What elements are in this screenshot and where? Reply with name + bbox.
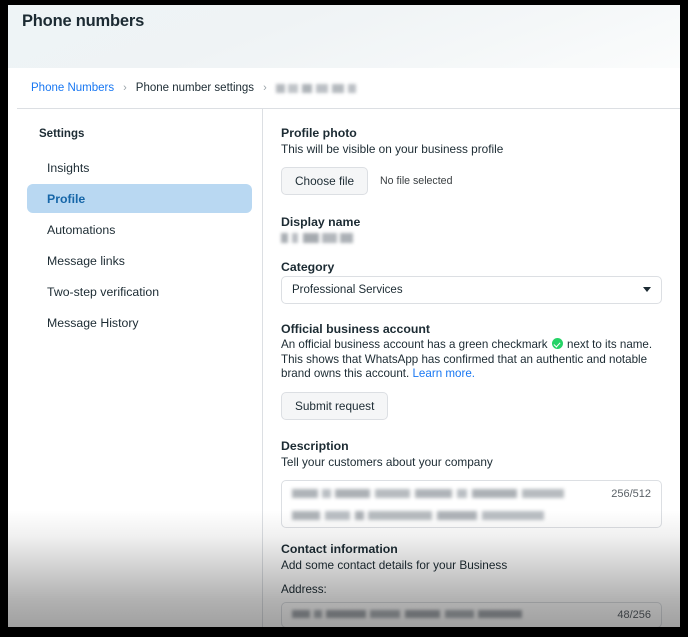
file-status-text: No file selected bbox=[380, 175, 453, 187]
breadcrumb: Phone Numbers › Phone number settings › bbox=[17, 68, 680, 108]
learn-more-link[interactable]: Learn more. bbox=[412, 367, 475, 380]
profile-settings-panel: Profile photo This will be visible on yo… bbox=[263, 109, 680, 630]
sidebar-item-message-history[interactable]: Message History bbox=[27, 308, 252, 337]
sidebar-item-insights[interactable]: Insights bbox=[27, 153, 252, 182]
sidebar-item-two-step-verification[interactable]: Two-step verification bbox=[27, 277, 252, 306]
profile-photo-subtext: This will be visible on your business pr… bbox=[281, 142, 504, 156]
description-subtext: Tell your customers about your company bbox=[281, 454, 493, 469]
category-selected-value: Professional Services bbox=[292, 284, 403, 296]
settings-sidebar: Settings Insights Profile Automations Me… bbox=[17, 109, 262, 630]
sidebar-item-label: Insights bbox=[47, 160, 90, 175]
contact-information-subtext: Add some contact details for your Busine… bbox=[281, 557, 508, 572]
description-text-redacted-line bbox=[292, 510, 544, 520]
description-character-counter: 256/512 bbox=[611, 487, 651, 500]
display-name-heading: Display name bbox=[281, 215, 361, 229]
display-name-value-redacted bbox=[281, 233, 353, 243]
sidebar-item-label: Two-step verification bbox=[47, 284, 160, 299]
address-label: Address: bbox=[281, 582, 327, 596]
choose-file-button[interactable]: Choose file bbox=[281, 167, 369, 195]
breadcrumb-separator-icon: › bbox=[263, 82, 267, 94]
sidebar-title: Settings bbox=[39, 128, 85, 140]
address-character-counter: 48/256 bbox=[617, 608, 651, 621]
browser-window-frame: Phone numbers Phone Numbers › Phone numb… bbox=[0, 0, 688, 637]
description-text-redacted-line bbox=[292, 488, 564, 498]
address-value-redacted bbox=[292, 609, 522, 618]
profile-photo-heading: Profile photo bbox=[281, 126, 357, 140]
card-body: Settings Insights Profile Automations Me… bbox=[17, 109, 680, 630]
app-viewport: Phone numbers Phone Numbers › Phone numb… bbox=[8, 5, 680, 630]
window-bottom-edge bbox=[0, 627, 688, 637]
sidebar-item-label: Profile bbox=[47, 191, 86, 206]
sidebar-item-automations[interactable]: Automations bbox=[27, 215, 252, 244]
page-title: Phone numbers bbox=[22, 12, 145, 30]
address-input[interactable]: 48/256 bbox=[281, 601, 662, 628]
page-header: Phone numbers bbox=[8, 5, 680, 68]
profile-photo-file-row: Choose file No file selected bbox=[281, 167, 662, 195]
category-heading: Category bbox=[281, 260, 335, 274]
sidebar-item-label: Message History bbox=[47, 315, 139, 330]
official-business-account-description: An official business account has a green… bbox=[281, 338, 662, 382]
submit-request-button[interactable]: Submit request bbox=[281, 391, 389, 420]
contact-information-heading: Contact information bbox=[281, 541, 398, 556]
sidebar-item-label: Message links bbox=[47, 253, 125, 268]
category-select[interactable]: Professional Services bbox=[281, 276, 662, 304]
category-select-wrapper: Professional Services bbox=[281, 276, 662, 304]
breadcrumb-item-phone-numbers[interactable]: Phone Numbers bbox=[31, 82, 114, 94]
sidebar-item-message-links[interactable]: Message links bbox=[27, 246, 252, 275]
green-verified-checkmark-icon bbox=[551, 338, 563, 349]
settings-card: Phone Numbers › Phone number settings › … bbox=[17, 68, 680, 630]
sidebar-item-profile[interactable]: Profile bbox=[27, 184, 252, 213]
breadcrumb-item-redacted-phone-number[interactable] bbox=[275, 83, 356, 93]
official-business-account-heading: Official business account bbox=[281, 322, 430, 336]
breadcrumb-item-phone-number-settings[interactable]: Phone number settings bbox=[136, 82, 254, 94]
oba-text-part-1: An official business account has a green… bbox=[281, 338, 551, 351]
breadcrumb-separator-icon: › bbox=[123, 82, 127, 94]
sidebar-item-label: Automations bbox=[47, 222, 116, 237]
description-heading: Description bbox=[281, 438, 349, 453]
description-textarea[interactable]: 256/512 bbox=[281, 479, 662, 528]
